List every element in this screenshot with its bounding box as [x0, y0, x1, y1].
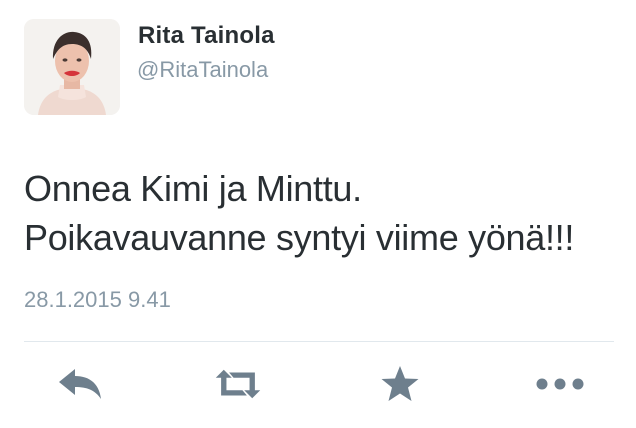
reply-icon	[59, 369, 101, 399]
author-handle[interactable]: @RitaTainola	[137, 57, 268, 83]
more-dots-icon	[536, 378, 584, 390]
retweet-button[interactable]	[214, 362, 262, 406]
more-button[interactable]	[536, 362, 584, 406]
tweet-text-line-1: Onnea Kimi ja Minttu.	[24, 168, 362, 209]
avatar[interactable]	[24, 19, 120, 115]
star-icon	[381, 366, 419, 401]
author-name[interactable]: Rita Tainola	[138, 22, 275, 50]
timestamp[interactable]: 28.1.2015 9.41	[24, 287, 171, 313]
favorite-button[interactable]	[376, 362, 424, 406]
reply-button[interactable]	[56, 362, 104, 406]
retweet-icon	[215, 369, 261, 399]
profile-photo	[24, 19, 120, 115]
tweet-text-line-2: Poikavauvanne syntyi viime yönä!!!	[24, 217, 575, 258]
divider	[24, 341, 614, 342]
tweet-text: Onnea Kimi ja Minttu. Poikavauvanne synt…	[24, 164, 624, 262]
